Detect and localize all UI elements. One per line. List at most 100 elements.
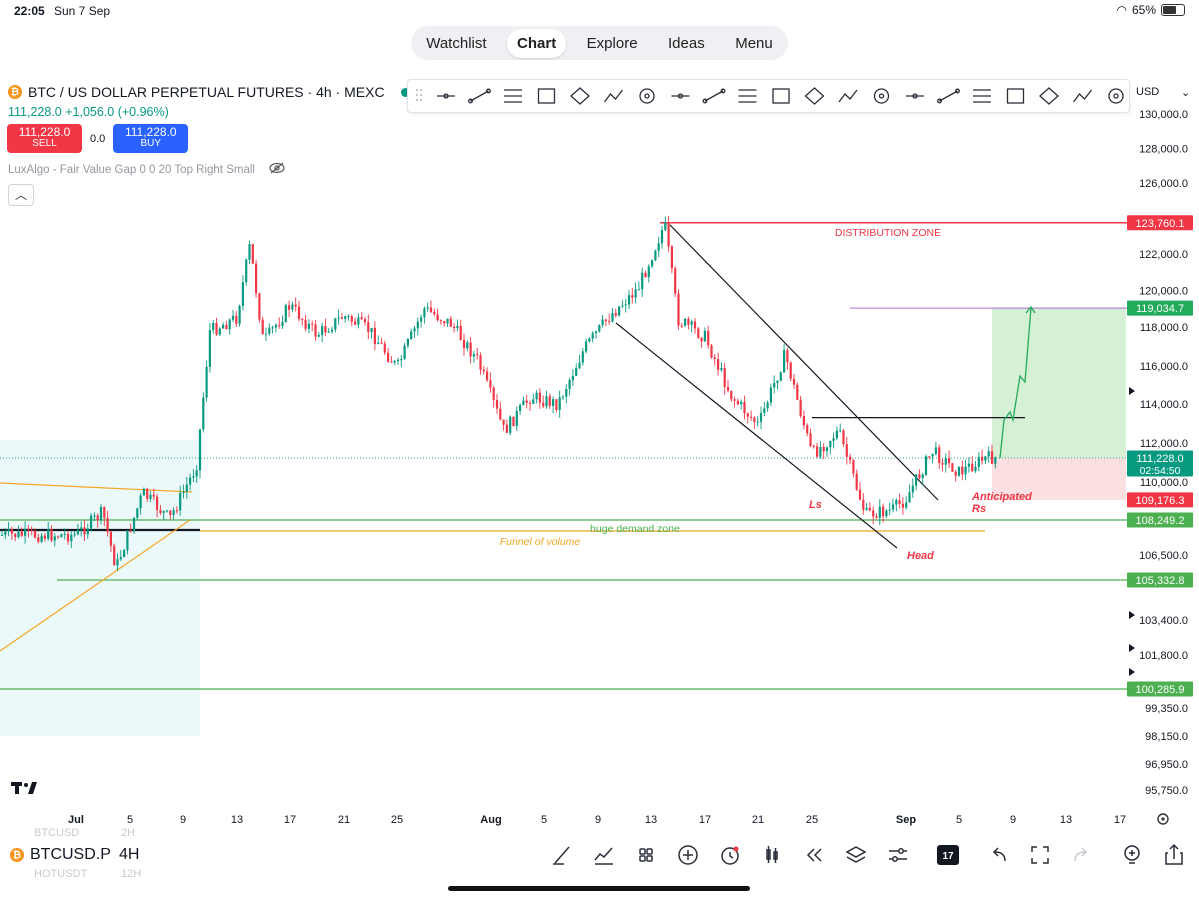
candle-body: [852, 460, 855, 474]
circle-target-icon[interactable]: [1072, 89, 1093, 103]
text-icon[interactable]: [804, 87, 825, 105]
xabcd-pattern-icon[interactable]: [1039, 87, 1059, 105]
candle-body: [938, 447, 941, 464]
symbol-header[interactable]: ₿ BTC / US DOLLAR PERPETUAL FUTURES · 4h…: [8, 84, 410, 100]
alert-clock-icon[interactable]: [721, 846, 739, 865]
candle-body: [116, 559, 119, 566]
candle-body: [245, 259, 248, 283]
bars-pattern-icon[interactable]: [1006, 88, 1025, 104]
redo-icon[interactable]: [1074, 847, 1088, 862]
candle-body: [730, 390, 733, 400]
y-tick-label: 110,000.0: [1140, 477, 1188, 489]
rectangle-icon[interactable]: [603, 89, 624, 103]
candle-body: [740, 401, 743, 405]
undo-icon[interactable]: [992, 847, 1006, 862]
icon-glyph: 17: [942, 851, 954, 862]
candle-body: [977, 456, 980, 467]
tab-explore[interactable]: Explore: [577, 29, 648, 58]
pencil-icon[interactable]: [553, 846, 570, 865]
candles-icon[interactable]: [766, 846, 778, 863]
regression-icon[interactable]: [570, 87, 590, 105]
layout-grid-icon[interactable]: [639, 848, 653, 862]
replay-icon[interactable]: [806, 848, 822, 862]
price-badge-label: 105,332.8: [1136, 575, 1185, 587]
path-icon[interactable]: [873, 88, 890, 104]
tab-watchlist[interactable]: Watchlist: [416, 29, 496, 58]
candle-body: [202, 397, 205, 430]
buy-button[interactable]: 111,228.0 BUY: [113, 124, 189, 153]
candle-body: [314, 324, 317, 337]
candle-body: [83, 527, 86, 535]
candle-body: [466, 342, 469, 349]
candle-body: [964, 466, 967, 475]
trend-line-icon[interactable]: [504, 89, 522, 103]
candle-body: [113, 545, 116, 566]
curve-icon[interactable]: [1108, 88, 1124, 104]
candle-body: [736, 400, 739, 405]
layers-icon[interactable]: [845, 846, 867, 863]
eraser-icon[interactable]: [973, 89, 991, 103]
date-range-icon[interactable]: [738, 89, 757, 103]
candle-body: [53, 536, 56, 541]
lightbulb-icon[interactable]: [1124, 845, 1140, 864]
add-circle-icon[interactable]: [678, 845, 698, 865]
candle-body: [231, 315, 235, 320]
candle-body: [14, 533, 17, 538]
indicators-icon[interactable]: [594, 847, 613, 865]
battery-icon: [1161, 4, 1185, 16]
x-tick-label: 5: [956, 814, 962, 826]
candle-body: [261, 319, 264, 335]
tab-menu[interactable]: Menu: [725, 29, 783, 58]
settings-sliders-icon[interactable]: [889, 848, 907, 862]
y-tick-label: 130,000.0: [1139, 109, 1188, 121]
horizontal-line-icon[interactable]: [468, 88, 491, 104]
ellipse-icon[interactable]: [639, 88, 655, 104]
icon-stroke: [594, 847, 613, 861]
symbol-title[interactable]: BTC / US DOLLAR PERPETUAL FUTURES · 4h ·…: [28, 84, 385, 100]
brush-icon[interactable]: [838, 89, 858, 103]
polyline-icon[interactable]: [937, 88, 960, 104]
candle-body: [957, 466, 961, 476]
icon-stroke: [813, 848, 822, 862]
wifi-icon: ◠: [1116, 3, 1127, 17]
candle-body: [763, 408, 766, 413]
fib-icon[interactable]: [772, 88, 790, 104]
sell-button[interactable]: 111,228.0 SELL: [7, 124, 82, 153]
candle-body: [571, 375, 574, 381]
candle-body: [93, 515, 96, 517]
y-tick-label: 118,000.0: [1140, 322, 1188, 334]
candle-body: [192, 476, 195, 478]
horizontal-ray-icon[interactable]: [437, 93, 455, 99]
eye-hidden-icon[interactable]: [269, 162, 285, 177]
collapse-legend-button[interactable]: ︿: [8, 184, 34, 206]
share-icon[interactable]: [1165, 843, 1183, 865]
candle-body: [911, 485, 914, 493]
price-marker-icon: [1129, 668, 1135, 676]
candle-body: [50, 529, 53, 541]
candle-body: [707, 330, 710, 346]
icon-stroke: [639, 88, 655, 104]
indicator-legend[interactable]: LuxAlgo - Fair Value Gap 0 0 20 Top Righ…: [8, 162, 285, 177]
candle-body: [297, 306, 301, 320]
candle-body: [898, 500, 901, 504]
arrow-icon[interactable]: [671, 93, 690, 99]
tradingview-logo-icon[interactable]: 17: [937, 845, 959, 865]
candle-body: [132, 517, 136, 532]
candle-body: [416, 321, 419, 329]
candle-body: [367, 322, 370, 333]
parallel-channel-icon[interactable]: [537, 88, 556, 104]
candle-body: [370, 327, 373, 333]
currency-selector[interactable]: USD ⌄: [1131, 82, 1193, 102]
icon-stroke: [1043, 846, 1049, 852]
candle-body: [175, 510, 178, 512]
tab-chart[interactable]: Chart: [507, 28, 567, 58]
candle-body: [542, 402, 545, 407]
icon-stroke: [1006, 88, 1025, 104]
range-icon[interactable]: [702, 88, 726, 104]
tab-ideas[interactable]: Ideas: [658, 29, 715, 58]
fullscreen-icon[interactable]: [1031, 846, 1049, 864]
vertical-line-icon[interactable]: [906, 93, 924, 99]
candle-body: [271, 327, 274, 329]
icon-stroke: [806, 848, 815, 862]
x-tick-label: 17: [699, 814, 711, 826]
